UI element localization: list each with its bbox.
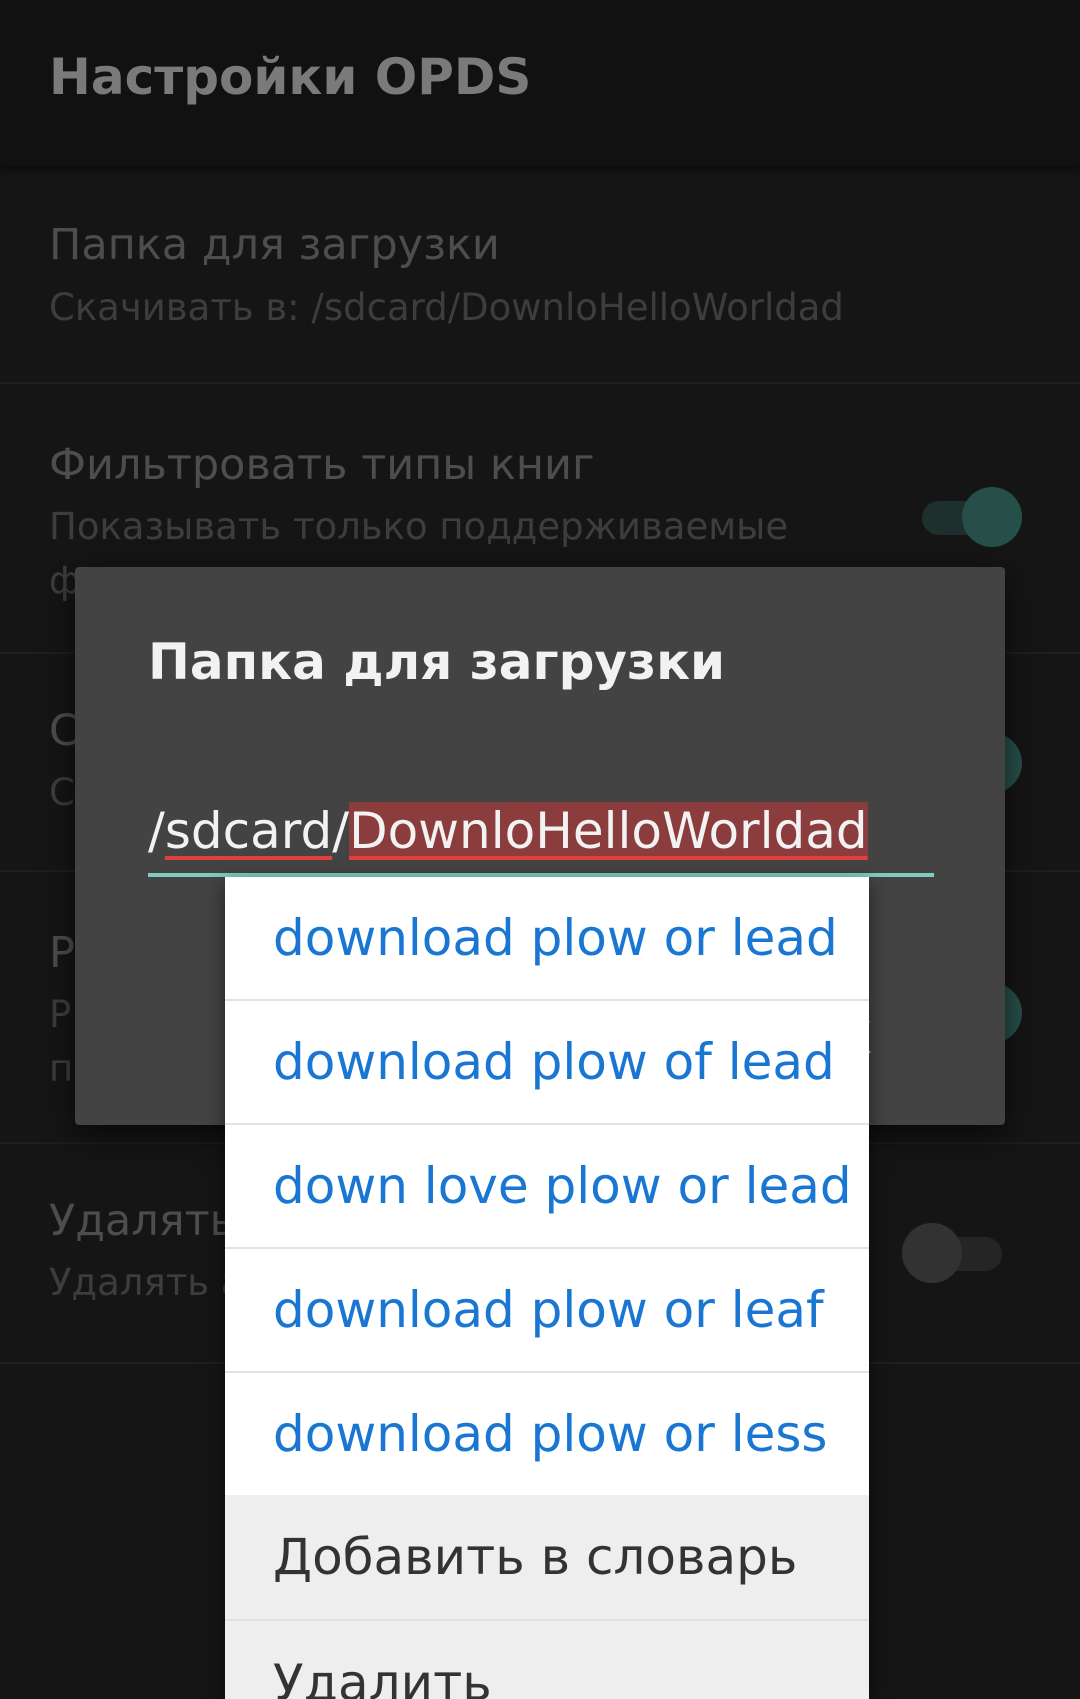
suggestion-item[interactable]: download plow or less	[225, 1373, 869, 1495]
path-segment-selected: DownloHelloWorldad	[349, 802, 868, 860]
add-to-dictionary-button[interactable]: Добавить в словарь	[225, 1495, 869, 1621]
suggestion-item[interactable]: down love plow or lead	[225, 1125, 869, 1249]
spell-suggestions-popup: download plow or lead download plow of l…	[225, 877, 869, 1699]
path-segment-sdcard: sdcard	[164, 802, 333, 860]
page-title: Настройки OPDS	[49, 48, 532, 106]
delete-button[interactable]: Удалить	[225, 1621, 869, 1699]
download-path-input[interactable]: /sdcard/DownloHelloWorldad	[148, 789, 934, 877]
path-separator: /	[332, 802, 350, 860]
suggestion-item[interactable]: download plow or lead	[225, 877, 869, 1001]
dialog-title: Папка для загрузки	[148, 633, 726, 691]
suggestion-item[interactable]: download plow or leaf	[225, 1249, 869, 1373]
app-toolbar: Настройки OPDS	[0, 0, 1080, 166]
path-prefix: /	[148, 802, 165, 860]
suggestion-item[interactable]: download plow of lead	[225, 1001, 869, 1125]
